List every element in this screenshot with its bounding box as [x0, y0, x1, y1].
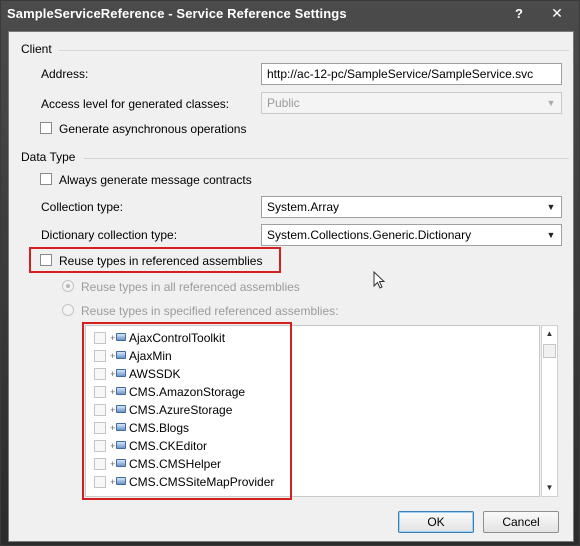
reuse-all-label[interactable]: Reuse types in all referenced assemblies	[81, 280, 300, 294]
async-label[interactable]: Generate asynchronous operations	[59, 122, 246, 136]
reuse-all-radio[interactable]	[62, 280, 74, 292]
dictionary-type-label: Dictionary collection type:	[41, 228, 178, 242]
collection-type-label: Collection type:	[41, 200, 124, 214]
always-generate-checkbox[interactable]	[40, 173, 52, 185]
window-title: SampleServiceReference - Service Referen…	[7, 6, 347, 21]
reuse-specified-label[interactable]: Reuse types in specified referenced asse…	[81, 304, 338, 318]
chevron-down-icon: ▼	[546, 230, 556, 240]
assemblies-highlight	[82, 322, 292, 500]
scroll-up-icon[interactable]: ▲	[542, 327, 557, 341]
mouse-pointer-icon	[373, 271, 386, 289]
reuse-types-checkbox[interactable]	[40, 254, 52, 266]
client-group-label: Client	[21, 42, 52, 56]
reuse-specified-radio[interactable]	[62, 304, 74, 316]
collection-type-value: System.Array	[267, 200, 340, 214]
dialog-window: SampleServiceReference - Service Referen…	[0, 0, 580, 546]
title-bar[interactable]: SampleServiceReference - Service Referen…	[1, 1, 579, 27]
access-level-label: Access level for generated classes:	[41, 97, 230, 111]
scroll-down-icon[interactable]: ▼	[542, 481, 557, 495]
async-checkbox[interactable]	[40, 122, 52, 134]
cancel-button[interactable]: Cancel	[483, 511, 559, 533]
close-icon[interactable]: ✕	[546, 4, 568, 22]
data-type-group-divider	[84, 158, 569, 159]
chevron-down-icon: ▼	[546, 98, 556, 108]
list-scrollbar[interactable]: ▲ ▼	[541, 325, 558, 497]
reuse-types-label[interactable]: Reuse types in referenced assemblies	[59, 254, 262, 268]
dictionary-type-value: System.Collections.Generic.Dictionary	[267, 228, 472, 242]
data-type-group-label: Data Type	[21, 150, 76, 164]
dictionary-type-select[interactable]: System.Collections.Generic.Dictionary ▼	[261, 224, 562, 246]
client-group-divider	[59, 50, 569, 51]
dialog-body: Client Address: http://ac-12-pc/SampleSe…	[8, 31, 574, 542]
access-level-select[interactable]: Public ▼	[261, 92, 562, 114]
address-label: Address:	[41, 67, 89, 81]
collection-type-select[interactable]: System.Array ▼	[261, 196, 562, 218]
help-icon[interactable]: ?	[510, 5, 528, 23]
chevron-down-icon: ▼	[546, 202, 556, 212]
always-generate-label[interactable]: Always generate message contracts	[59, 173, 252, 187]
ok-button[interactable]: OK	[398, 511, 474, 533]
access-level-value: Public	[267, 96, 300, 110]
scroll-thumb[interactable]	[543, 344, 556, 358]
address-input[interactable]: http://ac-12-pc/SampleService/SampleServ…	[261, 63, 562, 85]
